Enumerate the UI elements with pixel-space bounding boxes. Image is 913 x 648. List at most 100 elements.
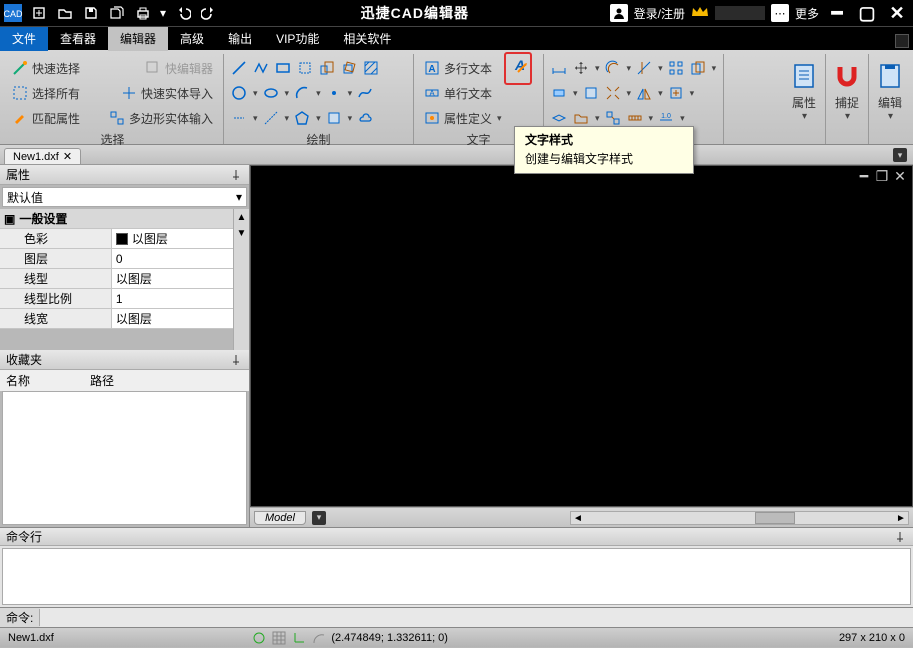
poly-entity-input-button[interactable]: 多边形实体输入 [105, 108, 217, 129]
trim-icon[interactable] [635, 59, 653, 77]
doc-tabs-dropdown-icon[interactable]: ▾ [893, 148, 907, 162]
props-row[interactable]: 线宽以图层 [0, 309, 233, 329]
command-history[interactable] [2, 548, 911, 605]
pin-icon[interactable] [231, 169, 243, 181]
pin-icon[interactable] [231, 354, 243, 366]
cloud-icon[interactable] [356, 109, 374, 127]
ellipse-icon[interactable] [262, 84, 280, 102]
props-row[interactable]: 线型以图层 [0, 269, 233, 289]
minimize-button[interactable]: ━ [825, 1, 849, 25]
inner-restore-icon[interactable]: ❐ [874, 168, 890, 184]
user-icon[interactable] [610, 4, 628, 22]
menu-related[interactable]: 相关软件 [331, 27, 403, 51]
model-tabs-dropdown-icon[interactable]: ▾ [312, 511, 326, 525]
new-icon[interactable] [28, 2, 50, 24]
layer-new-icon[interactable] [550, 109, 568, 127]
hatch-icon[interactable] [362, 59, 380, 77]
scroll-thumb[interactable] [755, 512, 795, 524]
props-row[interactable]: 图层0 [0, 249, 233, 269]
snap-toggle-icon[interactable] [251, 630, 267, 646]
more-icon[interactable]: ⋯ [771, 4, 789, 22]
layer-icon[interactable] [550, 84, 568, 102]
xline-icon[interactable] [262, 109, 280, 127]
attrdef-button[interactable]: 属性定义▾ [420, 108, 506, 129]
stext-button[interactable]: A单行文本 [420, 83, 496, 104]
polyline-icon[interactable] [252, 59, 270, 77]
scroll-track[interactable] [585, 512, 894, 524]
inner-close-icon[interactable]: ✕ [892, 168, 908, 184]
menu-editor[interactable]: 编辑器 [108, 27, 168, 51]
pin-icon[interactable] [895, 531, 907, 543]
match-props-button[interactable]: 匹配属性 [8, 108, 84, 129]
entity-import-button[interactable]: 快速实体导入 [117, 83, 217, 104]
menu-advanced[interactable]: 高级 [168, 27, 216, 51]
undo-icon[interactable] [172, 2, 194, 24]
doc-tab[interactable]: New1.dxf ✕ [4, 148, 81, 164]
offset-icon[interactable] [604, 59, 622, 77]
fav-col-path[interactable]: 路径 [90, 372, 114, 389]
select-all-button[interactable]: 选择所有 [8, 83, 84, 104]
big-snap-button[interactable]: 捕捉 ▾ [826, 54, 869, 144]
app-logo-icon[interactable]: CAD [2, 2, 24, 24]
scale-icon[interactable] [318, 59, 336, 77]
rotate-icon[interactable] [340, 59, 358, 77]
fav-col-name[interactable]: 名称 [6, 372, 30, 389]
command-input[interactable] [40, 608, 913, 627]
measure-icon[interactable] [626, 109, 644, 127]
move-icon[interactable] [572, 59, 590, 77]
spline-icon[interactable] [356, 84, 374, 102]
mtext-button[interactable]: A多行文本 [420, 58, 496, 79]
ray-icon[interactable] [230, 109, 248, 127]
menu-output[interactable]: 输出 [216, 27, 264, 51]
canvas[interactable]: ━ ❐ ✕ [250, 165, 913, 507]
big-props-button[interactable]: 属性 ▾ [783, 54, 826, 144]
array-icon[interactable] [667, 59, 685, 77]
props-value[interactable]: 0 [112, 249, 233, 268]
login-link[interactable]: 登录/注册 [634, 5, 685, 22]
insert-icon[interactable] [667, 84, 685, 102]
scroll-left-icon[interactable]: ◄ [571, 512, 585, 524]
block-icon[interactable] [582, 84, 600, 102]
menu-viewer[interactable]: 查看器 [48, 27, 108, 51]
qat-caret-icon[interactable]: ▾ [158, 2, 168, 24]
big-edit-button[interactable]: 编辑 ▾ [869, 54, 911, 144]
fav-list[interactable] [2, 391, 247, 525]
props-combo[interactable]: 默认值▾ [2, 187, 247, 207]
ortho-toggle-icon[interactable] [291, 630, 307, 646]
close-button[interactable]: ✕ [885, 1, 909, 25]
props-scrollbar[interactable]: ▲ ▼ [233, 209, 249, 350]
print-icon[interactable] [132, 2, 154, 24]
scroll-up-icon[interactable]: ▲ [234, 209, 249, 225]
copy-icon[interactable] [689, 59, 707, 77]
arc-icon[interactable] [293, 84, 311, 102]
ribbon-collapse-icon[interactable] [895, 34, 909, 48]
menu-vip[interactable]: VIP功能 [264, 27, 331, 51]
doc-tab-close-icon[interactable]: ✕ [63, 150, 72, 163]
redo-icon[interactable] [198, 2, 220, 24]
group-icon[interactable] [604, 109, 622, 127]
props-row[interactable]: 线型比例1 [0, 289, 233, 309]
save-all-icon[interactable] [106, 2, 128, 24]
open-icon[interactable] [54, 2, 76, 24]
quick-select-button[interactable]: 快速选择 [8, 58, 84, 79]
props-value[interactable]: 1 [112, 289, 233, 308]
inner-minimize-icon[interactable]: ━ [856, 168, 872, 184]
rect-icon[interactable] [274, 59, 292, 77]
save-icon[interactable] [80, 2, 102, 24]
rect-corner-icon[interactable] [296, 59, 314, 77]
props-value[interactable]: 以图层 [112, 309, 233, 328]
polar-toggle-icon[interactable] [311, 630, 327, 646]
props-section[interactable]: ▣ 一般设置 [0, 209, 233, 229]
line-icon[interactable] [230, 59, 248, 77]
props-value[interactable]: 以图层 [112, 269, 233, 288]
props-row[interactable]: 色彩以图层 [0, 229, 233, 249]
folder-icon[interactable] [572, 109, 590, 127]
circle-icon[interactable] [230, 84, 248, 102]
dim-style-icon[interactable]: 1.0 [657, 109, 675, 127]
hscrollbar[interactable]: ◄ ► [570, 511, 909, 525]
text-style-highlighted-button[interactable]: A [504, 52, 532, 85]
scroll-right-icon[interactable]: ► [894, 512, 908, 524]
scroll-down-icon[interactable]: ▼ [234, 225, 249, 241]
props-value[interactable]: 以图层 [112, 229, 233, 248]
model-tab[interactable]: Model [254, 511, 306, 525]
